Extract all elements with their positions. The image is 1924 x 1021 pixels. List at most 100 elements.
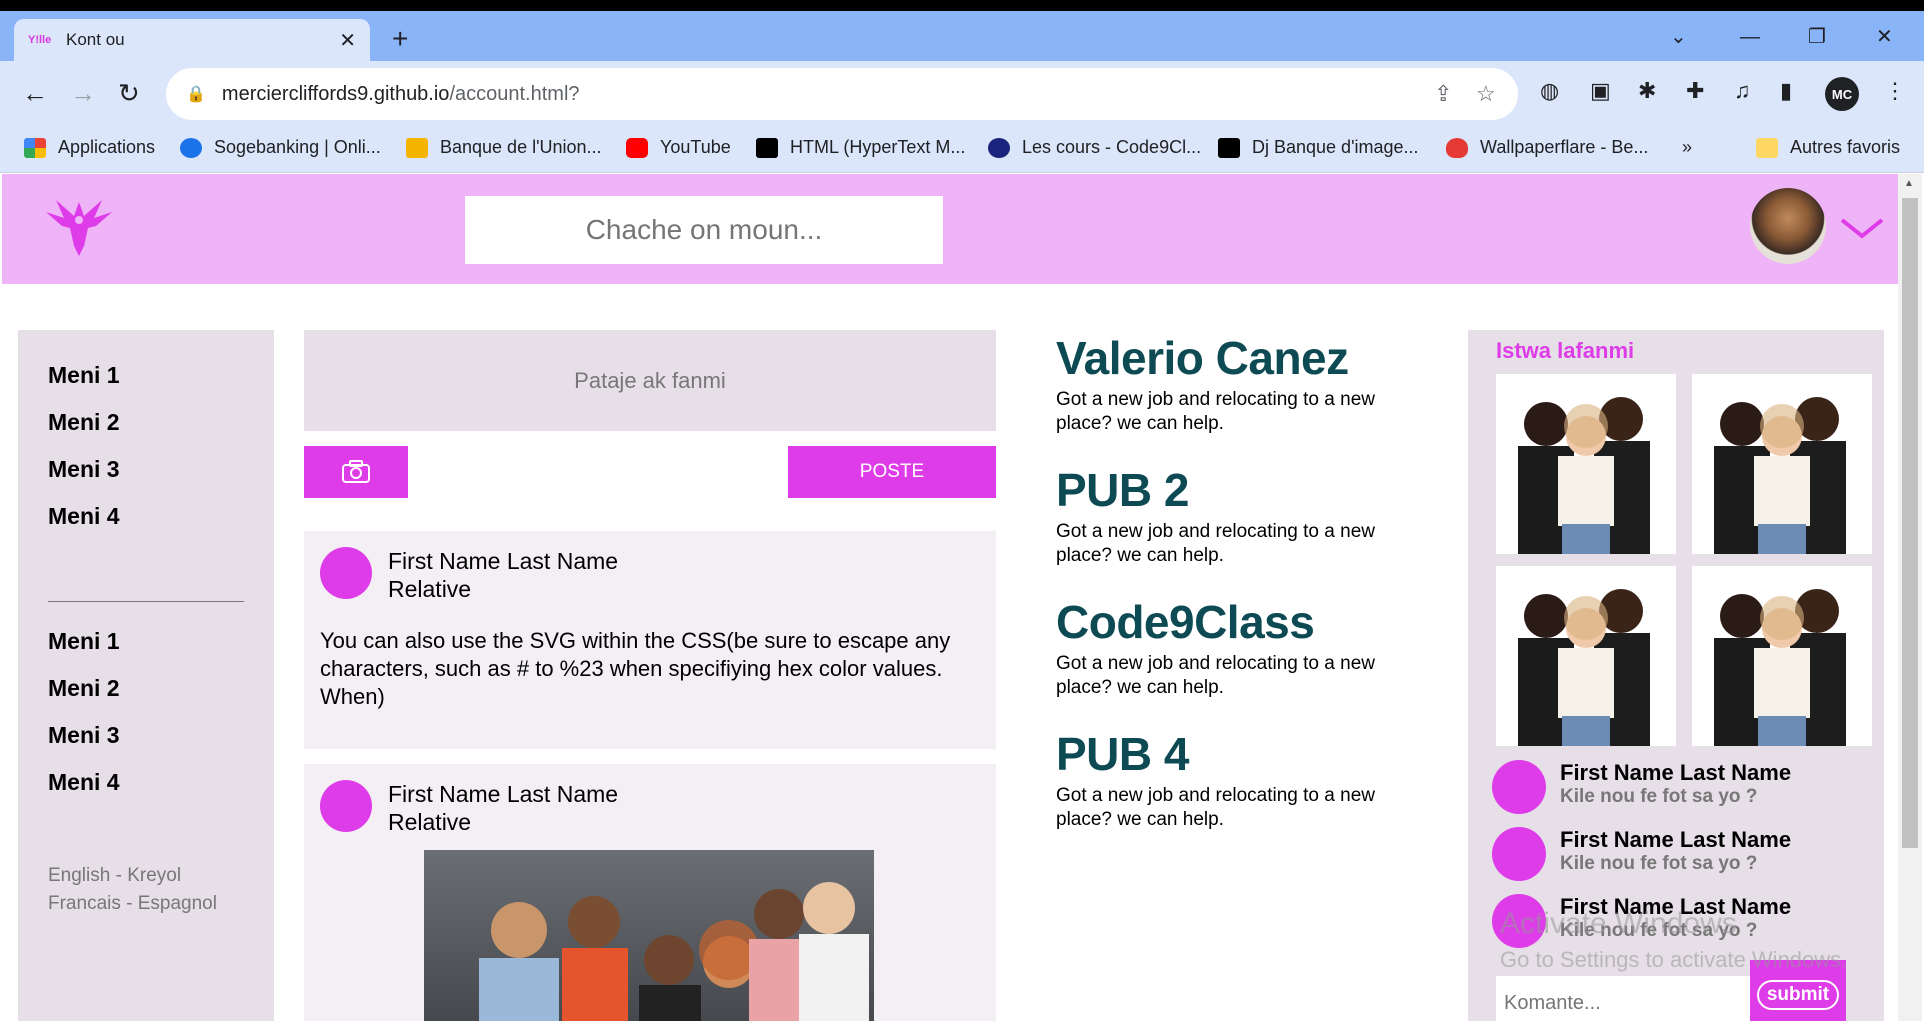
language-line-2[interactable]: Francais - Espagnol [48, 890, 217, 918]
code9class-icon [988, 137, 1010, 158]
bookmark-label: Wallpaperflare - Be... [1480, 137, 1649, 157]
user-avatar[interactable] [1750, 188, 1826, 264]
bookmark-html-mdn[interactable]: HTML (HyperText M... [756, 137, 965, 158]
chevron-down-icon[interactable] [1838, 214, 1886, 242]
language-links[interactable]: English - Kreyol Francais - Espagnol [48, 862, 217, 918]
camera-icon [342, 460, 370, 483]
post-photo[interactable] [424, 850, 874, 1021]
close-tab-icon[interactable]: ✕ [339, 28, 356, 53]
family-stories-title: Istwa lafanmi [1496, 338, 1635, 363]
group-photo-image [479, 882, 869, 1021]
phoenix-logo-icon[interactable] [44, 194, 114, 258]
back-icon[interactable]: ← [22, 79, 48, 107]
extension-image-icon[interactable]: ▣ [1590, 78, 1611, 104]
browser-tab[interactable]: Y!lle Kont ou ✕ [14, 19, 370, 61]
bookmark-banque-union[interactable]: Banque de l'Union... [406, 137, 602, 158]
gallery-photo[interactable] [1496, 374, 1676, 554]
browser-window: Y!lle Kont ou ✕ + ⌄ — ❐ ✕ ← → ↻ 🔒 mercie… [0, 0, 1924, 1021]
ad-block[interactable]: PUB 4 Got a new job and relocating to a … [1056, 730, 1426, 832]
sidebar-item-menu4[interactable]: Meni 4 [48, 503, 120, 530]
bookmark-label: YouTube [660, 137, 731, 157]
sidebar-item-menu3[interactable]: Meni 3 [48, 456, 120, 483]
submit-button[interactable]: submit [1750, 960, 1846, 1021]
bookmark-label: Banque de l'Union... [440, 137, 602, 157]
sidebar-item-menu1-secondary[interactable]: Meni 1 [48, 628, 120, 655]
bookmark-label: Dj Banque d'image... [1252, 137, 1419, 157]
ad-body: Got a new job and relocating to a new pl… [1056, 653, 1375, 698]
scrollbar-thumb[interactable] [1902, 198, 1918, 848]
apps-grid-icon [24, 137, 46, 158]
profile-avatar[interactable]: MC [1825, 77, 1859, 111]
ad-title[interactable]: PUB 2 [1056, 466, 1426, 514]
more-menu-icon[interactable]: ⋮ [1884, 78, 1906, 104]
reload-icon[interactable]: ↻ [118, 79, 140, 107]
friend-status: Kile nou fe fot sa yo ? [1560, 920, 1758, 941]
sogebank-icon [180, 137, 202, 158]
bookmark-istock[interactable]: Dj Banque d'image... [1218, 137, 1419, 158]
post-author-avatar[interactable] [320, 780, 372, 832]
compose-box[interactable]: Pataje ak fanmi [304, 330, 996, 431]
site-header [2, 174, 1898, 284]
media-control-icon[interactable]: ♫ [1734, 78, 1751, 104]
gallery-photo[interactable] [1692, 566, 1872, 746]
post-author-relation: Relative [388, 576, 472, 602]
sidebar-item-menu2[interactable]: Meni 2 [48, 409, 120, 436]
sidebar-item-menu4-secondary[interactable]: Meni 4 [48, 769, 120, 796]
bookmark-wallpaperflare[interactable]: Wallpaperflare - Be... [1446, 137, 1648, 158]
gallery-photo[interactable] [1692, 374, 1872, 554]
ad-body: Got a new job and relocating to a new pl… [1056, 785, 1375, 830]
close-window-icon[interactable]: ✕ [1876, 25, 1893, 49]
tab-search-icon[interactable]: ⌄ [1670, 25, 1687, 49]
ad-block[interactable]: PUB 2 Got a new job and relocating to a … [1056, 466, 1426, 568]
gallery-photo[interactable] [1496, 566, 1676, 746]
extension-bug-icon[interactable]: ✱ [1638, 78, 1656, 104]
bank-icon [406, 137, 428, 158]
ad-block[interactable]: Code9Class Got a new job and relocating … [1056, 598, 1426, 700]
ad-title[interactable]: Valerio Canez [1056, 334, 1426, 382]
bookmark-label: Les cours - Code9Cl... [1022, 137, 1202, 157]
bookmark-other-favorites[interactable]: Autres favoris [1756, 137, 1900, 158]
bookmark-applications[interactable]: Applications [24, 137, 155, 158]
minimize-icon[interactable]: — [1740, 25, 1760, 49]
camera-button[interactable] [304, 446, 408, 498]
side-panel-icon[interactable]: ▮ [1780, 78, 1792, 104]
post-button[interactable]: POSTE [788, 446, 996, 498]
page-scrollbar[interactable]: ▲ [1898, 174, 1922, 1021]
post-author-avatar[interactable] [320, 547, 372, 599]
gallery-image [1714, 589, 1846, 746]
bookmark-youtube[interactable]: YouTube [626, 137, 731, 158]
flame-icon [1446, 137, 1468, 158]
bookmark-label: Autres favoris [1790, 137, 1901, 157]
more-bookmarks-icon[interactable]: » [1682, 137, 1692, 158]
ad-block[interactable]: Valerio Canez Got a new job and relocati… [1056, 334, 1426, 436]
extension-globe-icon[interactable]: ◍ [1540, 78, 1559, 104]
sidebar-item-menu1[interactable]: Meni 1 [48, 362, 120, 389]
friend-name: First Name Last Name [1560, 760, 1792, 785]
ad-title[interactable]: Code9Class [1056, 598, 1426, 646]
extensions-puzzle-icon[interactable]: ✚ [1686, 78, 1704, 104]
language-line-1[interactable]: English - Kreyol [48, 862, 217, 890]
bookmark-star-icon[interactable]: ☆ [1476, 81, 1496, 107]
ad-title[interactable]: PUB 4 [1056, 730, 1426, 778]
post-author-name[interactable]: First Name Last Name [388, 780, 618, 808]
bookmark-sogebanking[interactable]: Sogebanking | Onli... [180, 137, 381, 158]
search-input[interactable] [465, 196, 943, 264]
address-bar[interactable]: 🔒 merciercliffords9.github.io/account.ht… [166, 68, 1518, 120]
sidebar-item-menu3-secondary[interactable]: Meni 3 [48, 722, 120, 749]
submit-label: submit [1756, 980, 1840, 1010]
friend-avatar [1492, 760, 1546, 814]
new-tab-icon[interactable]: + [392, 25, 408, 53]
post-author-name[interactable]: First Name Last Name [388, 547, 618, 575]
sidebar-item-menu2-secondary[interactable]: Meni 2 [48, 675, 120, 702]
scroll-up-icon[interactable]: ▲ [1904, 178, 1914, 189]
friend-status: Kile nou fe fot sa yo ? [1560, 786, 1758, 807]
forward-icon[interactable]: → [70, 79, 96, 107]
bookmark-label: HTML (HyperText M... [790, 137, 966, 157]
bookmark-code9class[interactable]: Les cours - Code9Cl... [988, 137, 1201, 158]
restore-icon[interactable]: ❐ [1808, 25, 1826, 49]
sidebar-divider [48, 601, 244, 602]
share-icon[interactable]: ⇪ [1434, 81, 1452, 107]
tab-favicon-icon: Y!lle [28, 34, 52, 46]
title-bar: Y!lle Kont ou ✕ + ⌄ — ❐ ✕ [0, 11, 1924, 61]
comment-input[interactable] [1496, 976, 1750, 1021]
